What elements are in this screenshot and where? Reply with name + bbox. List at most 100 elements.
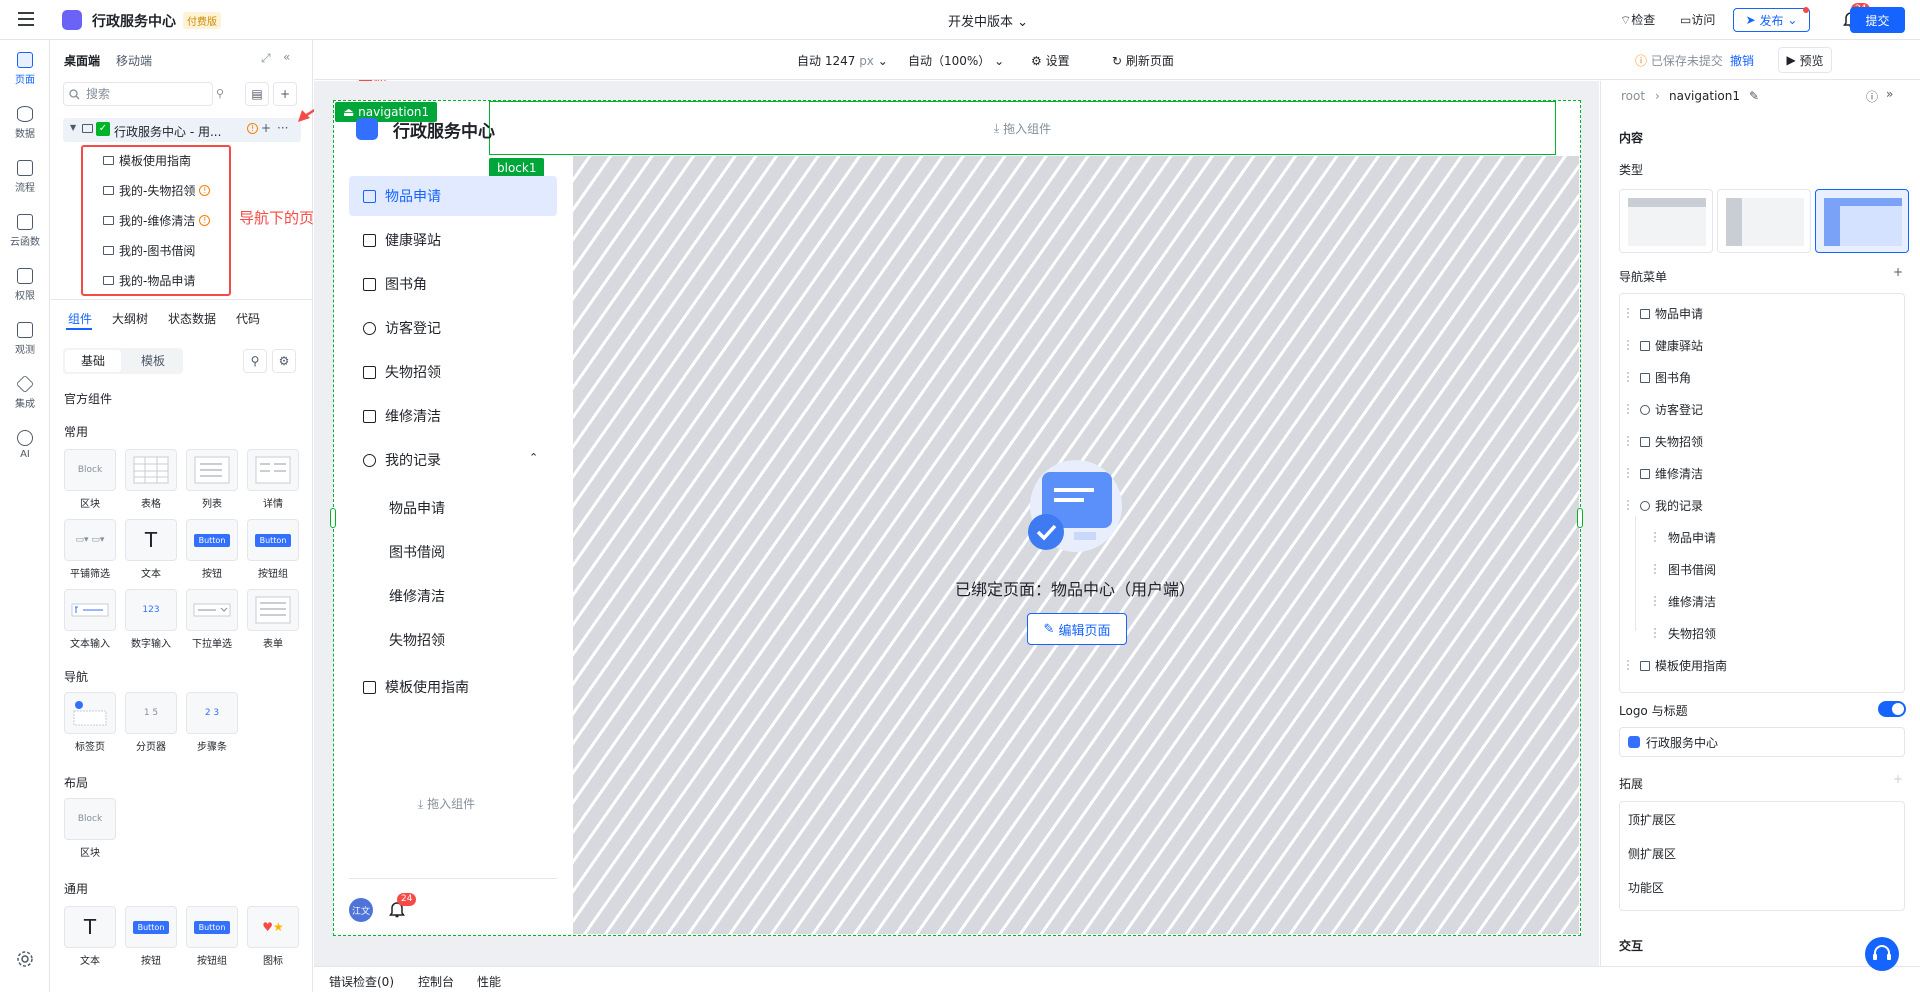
component-table[interactable]: 表格 bbox=[125, 449, 177, 510]
add-child-icon[interactable]: + bbox=[261, 121, 271, 135]
extend-item-side[interactable]: 侧扩展区 bbox=[1628, 845, 1676, 862]
nav-item[interactable]: 健康驿站 bbox=[349, 220, 557, 260]
block-tag[interactable]: block1 bbox=[489, 158, 545, 178]
logo-title-toggle[interactable] bbox=[1878, 701, 1906, 717]
undo-link[interactable]: 撤销 bbox=[1730, 52, 1754, 69]
component-general-button-group[interactable]: Button 按钮组 bbox=[186, 906, 238, 967]
component-list[interactable]: 列表 bbox=[186, 449, 238, 510]
settings-button[interactable]: ⚙ 设置 bbox=[1031, 52, 1070, 69]
error-check-tab[interactable]: 错误检查(0) bbox=[329, 973, 394, 990]
menu-item[interactable]: 健康驿站 bbox=[1640, 337, 1703, 354]
rail-item-flow[interactable]: 流程 bbox=[0, 160, 50, 194]
tab-outline[interactable]: 大纲树 bbox=[112, 310, 148, 327]
component-settings-button[interactable]: ⚙ bbox=[272, 349, 296, 373]
nav-sub-item[interactable]: 失物招领 bbox=[389, 630, 445, 650]
menu-item-group[interactable]: 我的记录 bbox=[1640, 497, 1703, 514]
nav-sub-item[interactable]: 维修清洁 bbox=[389, 586, 445, 606]
drag-handle-icon[interactable] bbox=[1627, 500, 1631, 510]
version-dropdown[interactable]: 开发中版本 ⌄ bbox=[948, 11, 1028, 30]
add-page-button[interactable]: + bbox=[273, 82, 297, 106]
component-general-button[interactable]: Button 按钮 bbox=[125, 906, 177, 967]
component-tabs[interactable]: 标签页 bbox=[64, 692, 116, 753]
logo-title-field[interactable]: 行政服务中心 bbox=[1619, 727, 1905, 757]
component-select[interactable]: 下拉单选 bbox=[186, 589, 238, 650]
component-detail[interactable]: 详情 bbox=[247, 449, 299, 510]
extend-item-top[interactable]: 顶扩展区 bbox=[1628, 811, 1676, 828]
tree-root-navigation[interactable]: ▼ ✓ 行政服务中心 - 用... ! + ··· bbox=[63, 118, 301, 142]
nav-type-top[interactable] bbox=[1619, 189, 1713, 253]
performance-tab[interactable]: 性能 bbox=[477, 973, 501, 990]
component-button-group[interactable]: Button 按钮组 bbox=[247, 519, 299, 580]
component-block[interactable]: Block 区块 bbox=[64, 449, 116, 510]
component-button[interactable]: Button 按钮 bbox=[186, 519, 238, 580]
add-menu-icon[interactable]: + bbox=[1893, 265, 1903, 279]
support-chat-button[interactable] bbox=[1865, 937, 1899, 971]
page-layout-button[interactable]: ▤ bbox=[245, 82, 269, 106]
rename-edit-icon[interactable]: ✎ bbox=[1749, 89, 1759, 103]
nav-item-my-records[interactable]: 我的记录 ⌃ bbox=[349, 440, 557, 480]
publish-button[interactable]: ➤ 发布 ⌄ bbox=[1733, 8, 1810, 32]
console-tab[interactable]: 控制台 bbox=[418, 973, 454, 990]
drag-handle-icon[interactable] bbox=[1654, 564, 1658, 574]
submit-button[interactable]: 提交 bbox=[1850, 7, 1905, 33]
drag-handle-icon[interactable] bbox=[1654, 628, 1658, 638]
extend-item-function[interactable]: 功能区 bbox=[1628, 879, 1664, 896]
nav-item[interactable]: 物品申请 bbox=[349, 176, 557, 216]
tab-mobile[interactable]: 移动端 bbox=[116, 52, 152, 69]
menu-item[interactable]: 图书角 bbox=[1640, 369, 1691, 386]
visit-button[interactable]: ▭访问 bbox=[1680, 11, 1715, 28]
component-general-icon[interactable]: ♥ ★ 图标 bbox=[247, 906, 299, 967]
zoom-select[interactable]: 自动（100%） ⌄ bbox=[908, 52, 1004, 69]
resize-handle-left[interactable] bbox=[330, 508, 336, 528]
component-text[interactable]: T 文本 bbox=[125, 519, 177, 580]
rail-item-cloud-function[interactable]: 云函数 bbox=[0, 214, 50, 248]
nav-avatar[interactable]: 江文 bbox=[349, 898, 373, 922]
page-search-input[interactable]: 搜索 bbox=[63, 82, 213, 106]
drag-handle-icon[interactable] bbox=[1627, 468, 1631, 478]
rail-item-page[interactable]: 页面 bbox=[0, 52, 50, 86]
edit-page-button[interactable]: ✎ 编辑页面 bbox=[1027, 613, 1127, 645]
help-icon[interactable]: ⓘ bbox=[1866, 88, 1878, 105]
drag-handle-icon[interactable] bbox=[1654, 532, 1658, 542]
nav-type-side[interactable] bbox=[1717, 189, 1811, 253]
rail-item-permission[interactable]: 权限 bbox=[0, 268, 50, 302]
breadcrumb-root[interactable]: root bbox=[1621, 89, 1645, 103]
filter-icon[interactable]: ⚲ bbox=[216, 87, 224, 100]
nav-item[interactable]: 访客登记 bbox=[349, 308, 557, 348]
drag-handle-icon[interactable] bbox=[1627, 340, 1631, 350]
nav-sub-item[interactable]: 图书借阅 bbox=[389, 542, 445, 562]
drag-handle-icon[interactable] bbox=[1627, 404, 1631, 414]
menu-icon[interactable] bbox=[17, 10, 35, 28]
nav-item[interactable]: 维修清洁 bbox=[349, 396, 557, 436]
component-text-input[interactable]: 文本输入 bbox=[64, 589, 116, 650]
component-form[interactable]: 表单 bbox=[247, 589, 299, 650]
add-extend-icon[interactable]: + bbox=[1893, 772, 1903, 786]
menu-item[interactable]: 模板使用指南 bbox=[1640, 657, 1727, 674]
refresh-page-button[interactable]: ↻ 刷新页面 bbox=[1112, 52, 1174, 69]
nav-item[interactable]: 失物招领 bbox=[349, 352, 557, 392]
menu-item[interactable]: 维修清洁 bbox=[1640, 465, 1703, 482]
nav-item[interactable]: 图书角 bbox=[349, 264, 557, 304]
menu-sub-item[interactable]: 图书借阅 bbox=[1668, 561, 1716, 578]
rail-item-data[interactable]: 数据 bbox=[0, 106, 50, 140]
rail-item-observe[interactable]: 观测 bbox=[0, 322, 50, 356]
preview-button[interactable]: ▶ 预览 bbox=[1778, 47, 1832, 73]
more-icon[interactable]: ··· bbox=[277, 121, 288, 135]
expand-icon[interactable]: ⤢ bbox=[261, 51, 271, 66]
nav-sub-item[interactable]: 物品申请 bbox=[389, 498, 445, 518]
component-layout-block[interactable]: Block 区块 bbox=[64, 798, 116, 859]
check-button[interactable]: ⌔检查 bbox=[1620, 11, 1655, 28]
nav-type-top-side[interactable] bbox=[1815, 189, 1909, 253]
top-drop-zone[interactable]: ⤓ 拖入组件 bbox=[489, 101, 1556, 155]
nav-item[interactable]: 模板使用指南 bbox=[349, 667, 557, 707]
menu-sub-item[interactable]: 物品申请 bbox=[1668, 529, 1716, 546]
settings-gear-icon[interactable] bbox=[16, 950, 34, 968]
drag-handle-icon[interactable] bbox=[1627, 308, 1631, 318]
collapse-left-icon[interactable]: « bbox=[283, 50, 290, 64]
menu-item[interactable]: 访客登记 bbox=[1640, 401, 1703, 418]
component-number-input[interactable]: 123 数字输入 bbox=[125, 589, 177, 650]
segment-basic[interactable]: 基础 bbox=[65, 350, 121, 372]
menu-item[interactable]: 失物招领 bbox=[1640, 433, 1703, 450]
rail-item-ai[interactable]: AI bbox=[0, 430, 50, 460]
component-pagination[interactable]: 1 5 分页器 bbox=[125, 692, 177, 753]
